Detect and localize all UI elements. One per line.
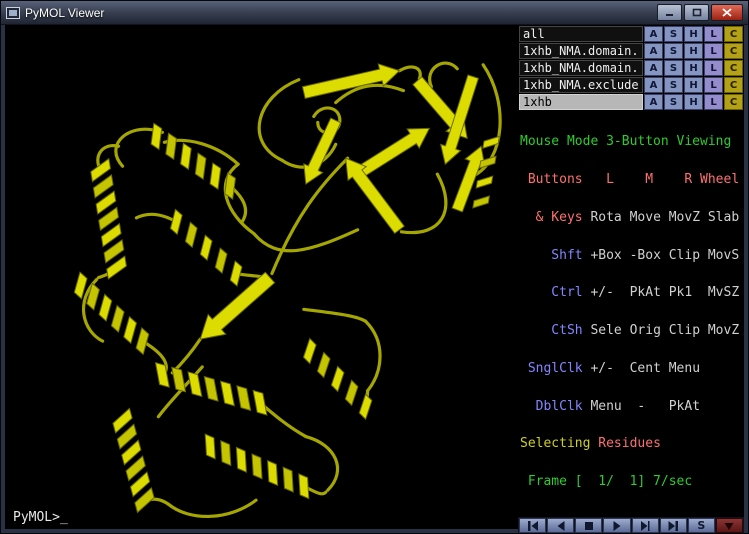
panel-text: +Box -Box Clip MovS	[583, 248, 740, 263]
action-button[interactable]: A	[644, 26, 663, 42]
color-button[interactable]: C	[724, 60, 743, 76]
object-name[interactable]: 1xhb_NMA.exclude	[519, 77, 643, 93]
app-icon	[6, 7, 20, 19]
stop-button[interactable]	[575, 518, 602, 533]
pymol-window: PyMOL Viewer PyMOL>_	[0, 0, 749, 534]
panel-text: Rota Move MovZ Slab	[583, 210, 740, 225]
step-forward-button[interactable]	[632, 518, 659, 533]
mouse-matrix-line: CtSh Sele Orig Clip MovZ	[520, 325, 744, 338]
action-button[interactable]: A	[644, 43, 663, 59]
object-row: 1xhb_NMA.domain. A S H L C	[519, 43, 743, 59]
panel-text: Shft	[520, 248, 583, 263]
panel-text: CtSh	[520, 323, 583, 338]
object-row: 1xhb_NMA.domain. A S H L C	[519, 60, 743, 76]
mouse-settings-panel: Mouse Mode 3-Button Viewing Buttons L M …	[518, 111, 744, 517]
panel-text: +/- PkAt Pk1 MvSZ	[583, 285, 740, 300]
action-button[interactable]: A	[644, 60, 663, 76]
panel-text: Selecting	[520, 436, 590, 451]
color-button[interactable]: C	[724, 43, 743, 59]
command-prompt[interactable]: PyMOL>_	[13, 510, 68, 525]
step-back-button[interactable]	[547, 518, 574, 533]
play-button[interactable]	[603, 518, 630, 533]
selecting-mode-line[interactable]: Selecting Residues	[520, 438, 744, 451]
title-bar: PyMOL Viewer	[1, 1, 748, 25]
close-button[interactable]	[711, 4, 743, 21]
mouse-mode-line[interactable]: Mouse Mode 3-Button Viewing	[520, 136, 744, 149]
panel-text: Residues	[590, 436, 660, 451]
object-row: all A S H L C	[519, 26, 743, 42]
hide-button[interactable]: H	[684, 94, 703, 110]
seek-start-button[interactable]	[519, 518, 546, 533]
close-icon	[722, 8, 732, 17]
object-name[interactable]: 1xhb	[519, 94, 643, 110]
show-button[interactable]: S	[664, 94, 683, 110]
show-button[interactable]: S	[664, 60, 683, 76]
mouse-matrix-line: Ctrl +/- PkAt Pk1 MvSZ	[520, 287, 744, 300]
hide-button[interactable]: H	[684, 60, 703, 76]
mouse-matrix-line: Buttons L M R Wheel	[520, 174, 744, 187]
object-name[interactable]: 1xhb_NMA.domain.	[519, 60, 643, 76]
show-button[interactable]: S	[664, 43, 683, 59]
panel-text: Mouse Mode 3-Button Viewing	[520, 134, 731, 149]
step-forward-icon	[639, 521, 651, 531]
maximize-icon	[692, 8, 702, 17]
panel-text: Buttons L M R Wheel	[520, 172, 739, 187]
label-button[interactable]: L	[704, 43, 723, 59]
mouse-matrix-line: SnglClk +/- Cent Menu	[520, 363, 744, 376]
protein-cartoon	[5, 25, 518, 529]
action-button[interactable]: A	[644, 94, 663, 110]
control-sidebar: all A S H L C 1xhb_NMA.domain. A S H L C…	[518, 25, 744, 529]
color-button[interactable]: C	[724, 26, 743, 42]
minimize-icon	[665, 8, 675, 17]
stop-icon	[583, 521, 595, 531]
panel-text: DblClk	[520, 399, 583, 414]
panel-text: SnglClk	[520, 361, 583, 376]
label-button[interactable]: L	[704, 94, 723, 110]
show-button[interactable]: S	[664, 26, 683, 42]
panel-text: Menu - PkAt	[583, 399, 700, 414]
chevron-down-icon	[723, 521, 735, 531]
panel-text: & Keys	[520, 210, 583, 225]
hide-button[interactable]: H	[684, 26, 703, 42]
label-button[interactable]: L	[704, 77, 723, 93]
object-name[interactable]: all	[519, 26, 643, 42]
seek-start-icon	[527, 521, 539, 531]
movie-controls: S	[518, 517, 744, 534]
panel-text: Sele Orig Clip MovZ	[583, 323, 740, 338]
show-button[interactable]: S	[664, 77, 683, 93]
play-icon	[611, 521, 623, 531]
step-back-icon	[555, 521, 567, 531]
label-button[interactable]: L	[704, 60, 723, 76]
minimize-button[interactable]	[657, 4, 682, 21]
maximize-button[interactable]	[684, 4, 709, 21]
object-row: 1xhb_NMA.exclude A S H L C	[519, 77, 743, 93]
object-name[interactable]: 1xhb_NMA.domain.	[519, 43, 643, 59]
hide-button[interactable]: H	[684, 77, 703, 93]
window-controls	[657, 4, 743, 21]
label-button[interactable]: L	[704, 26, 723, 42]
color-button[interactable]: C	[724, 94, 743, 110]
mouse-matrix-line: DblClk Menu - PkAt	[520, 401, 744, 414]
mouse-matrix-line: Shft +Box -Box Clip MovS	[520, 250, 744, 263]
object-row-selected: 1xhb A S H L C	[519, 94, 743, 110]
hide-button[interactable]: H	[684, 43, 703, 59]
client-area: PyMOL>_ all A S H L C 1xhb_NMA.domain. A…	[5, 25, 744, 529]
panel-text: +/- Cent Menu	[583, 361, 700, 376]
panel-text: Frame [ 1/ 1] 7/sec	[520, 474, 692, 489]
movie-menu-button[interactable]	[716, 518, 743, 533]
scene-button[interactable]: S	[688, 518, 715, 533]
panel-text: Ctrl	[520, 285, 583, 300]
frame-counter-line: Frame [ 1/ 1] 7/sec	[520, 476, 744, 489]
color-button[interactable]: C	[724, 77, 743, 93]
seek-end-icon	[667, 521, 679, 531]
seek-end-button[interactable]	[660, 518, 687, 533]
action-button[interactable]: A	[644, 77, 663, 93]
viewport-3d[interactable]: PyMOL>_	[5, 25, 518, 529]
mouse-matrix-line: & Keys Rota Move MovZ Slab	[520, 212, 744, 225]
window-title: PyMOL Viewer	[25, 6, 104, 20]
